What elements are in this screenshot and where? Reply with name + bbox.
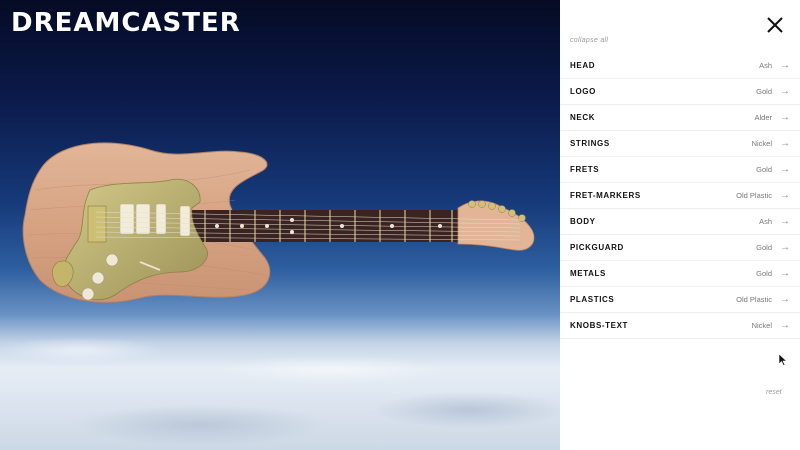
options-panel: collapse all HEAD Ash → LOGO Gold → NECK…: [560, 0, 800, 450]
arrow-right-icon: →: [780, 190, 790, 201]
arrow-right-icon: →: [780, 268, 790, 279]
option-label: METALS: [570, 269, 606, 278]
arrow-right-icon: →: [780, 138, 790, 149]
option-value: Old Plastic: [736, 295, 772, 304]
option-head[interactable]: HEAD Ash →: [560, 53, 800, 79]
option-list: HEAD Ash → LOGO Gold → NECK Alder → STRI…: [560, 53, 800, 339]
close-icon[interactable]: [764, 14, 786, 36]
brand-title: DREAMCASTER: [11, 8, 241, 38]
option-label: LOGO: [570, 87, 596, 96]
collapse-all-link[interactable]: collapse all: [570, 37, 608, 44]
option-strings[interactable]: STRINGS Nickel →: [560, 131, 800, 157]
arrow-right-icon: →: [780, 86, 790, 97]
option-fret-markers[interactable]: FRET-MARKERS Old Plastic →: [560, 183, 800, 209]
arrow-right-icon: →: [780, 164, 790, 175]
option-label: KNOBS-TEXT: [570, 321, 628, 330]
mouse-cursor-icon: [779, 354, 787, 366]
arrow-right-icon: →: [780, 242, 790, 253]
option-neck[interactable]: NECK Alder →: [560, 105, 800, 131]
clouds-backdrop: [0, 330, 560, 450]
option-label: STRINGS: [570, 139, 610, 148]
option-value: Ash: [759, 61, 772, 70]
option-logo[interactable]: LOGO Gold →: [560, 79, 800, 105]
option-value: Nickel: [751, 139, 772, 148]
guitar-headstock: [457, 200, 535, 251]
option-metals[interactable]: METALS Gold →: [560, 261, 800, 287]
guitar-model[interactable]: [20, 140, 550, 320]
option-label: PICKGUARD: [570, 243, 624, 252]
arrow-right-icon: →: [780, 320, 790, 331]
option-value: Old Plastic: [736, 191, 772, 200]
option-knobs-text[interactable]: KNOBS-TEXT Nickel →: [560, 313, 800, 339]
arrow-right-icon: →: [780, 112, 790, 123]
bridge: [87, 205, 107, 243]
option-value: Gold: [756, 269, 772, 278]
option-body[interactable]: BODY Ash →: [560, 209, 800, 235]
option-value: Gold: [756, 87, 772, 96]
option-label: PLASTICS: [570, 295, 615, 304]
option-value: Gold: [756, 243, 772, 252]
arrow-right-icon: →: [780, 60, 790, 71]
arrow-right-icon: →: [780, 216, 790, 227]
option-label: HEAD: [570, 61, 596, 70]
option-pickguard[interactable]: PICKGUARD Gold →: [560, 235, 800, 261]
guitar-neck: [180, 210, 460, 242]
preview-stage: DREAMCASTER: [0, 0, 560, 450]
option-label: FRETS: [570, 165, 600, 174]
option-label: FRET-MARKERS: [570, 191, 641, 200]
option-value: Gold: [756, 165, 772, 174]
option-frets[interactable]: FRETS Gold →: [560, 157, 800, 183]
option-label: BODY: [570, 217, 596, 226]
arrow-right-icon: →: [780, 294, 790, 305]
option-plastics[interactable]: PLASTICS Old Plastic →: [560, 287, 800, 313]
reset-link[interactable]: reset: [766, 389, 782, 396]
option-value: Ash: [759, 217, 772, 226]
option-label: NECK: [570, 113, 596, 122]
option-value: Alder: [754, 113, 772, 122]
option-value: Nickel: [751, 321, 772, 330]
